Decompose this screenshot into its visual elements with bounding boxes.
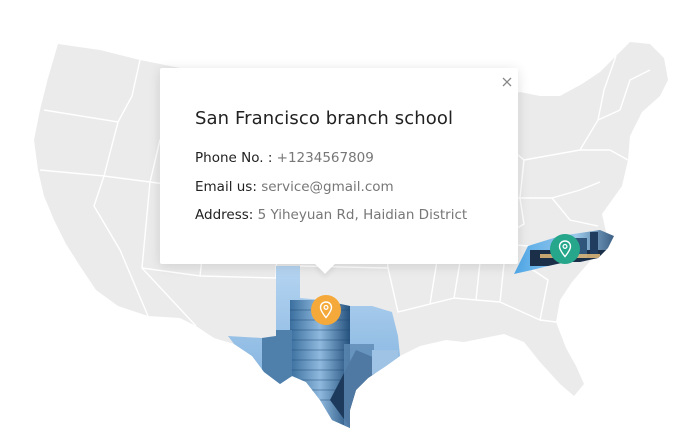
address-value: 5 Yiheyuan Rd, Haidian District <box>257 207 468 223</box>
location-info-popup: San Francisco branch school Phone No. : … <box>160 68 518 274</box>
email-value[interactable]: service@gmail.com <box>261 179 393 195</box>
close-button[interactable] <box>500 74 514 88</box>
phone-value: +1234567809 <box>276 150 374 166</box>
phone-label: Phone No. : <box>195 150 277 166</box>
email-label: Email us: <box>195 179 262 195</box>
phone-row: Phone No. : +1234567809 <box>195 150 374 166</box>
texas-location-marker[interactable] <box>311 295 341 325</box>
address-label: Address: <box>195 207 258 223</box>
location-pin-icon <box>558 240 572 258</box>
email-row: Email us: service@gmail.com <box>195 179 394 195</box>
north-carolina-location-marker[interactable] <box>550 234 580 264</box>
popup-title: San Francisco branch school <box>195 108 454 129</box>
close-icon <box>502 77 512 87</box>
address-row: Address: 5 Yiheyuan Rd, Haidian District <box>195 207 467 223</box>
location-pin-icon <box>319 301 333 319</box>
